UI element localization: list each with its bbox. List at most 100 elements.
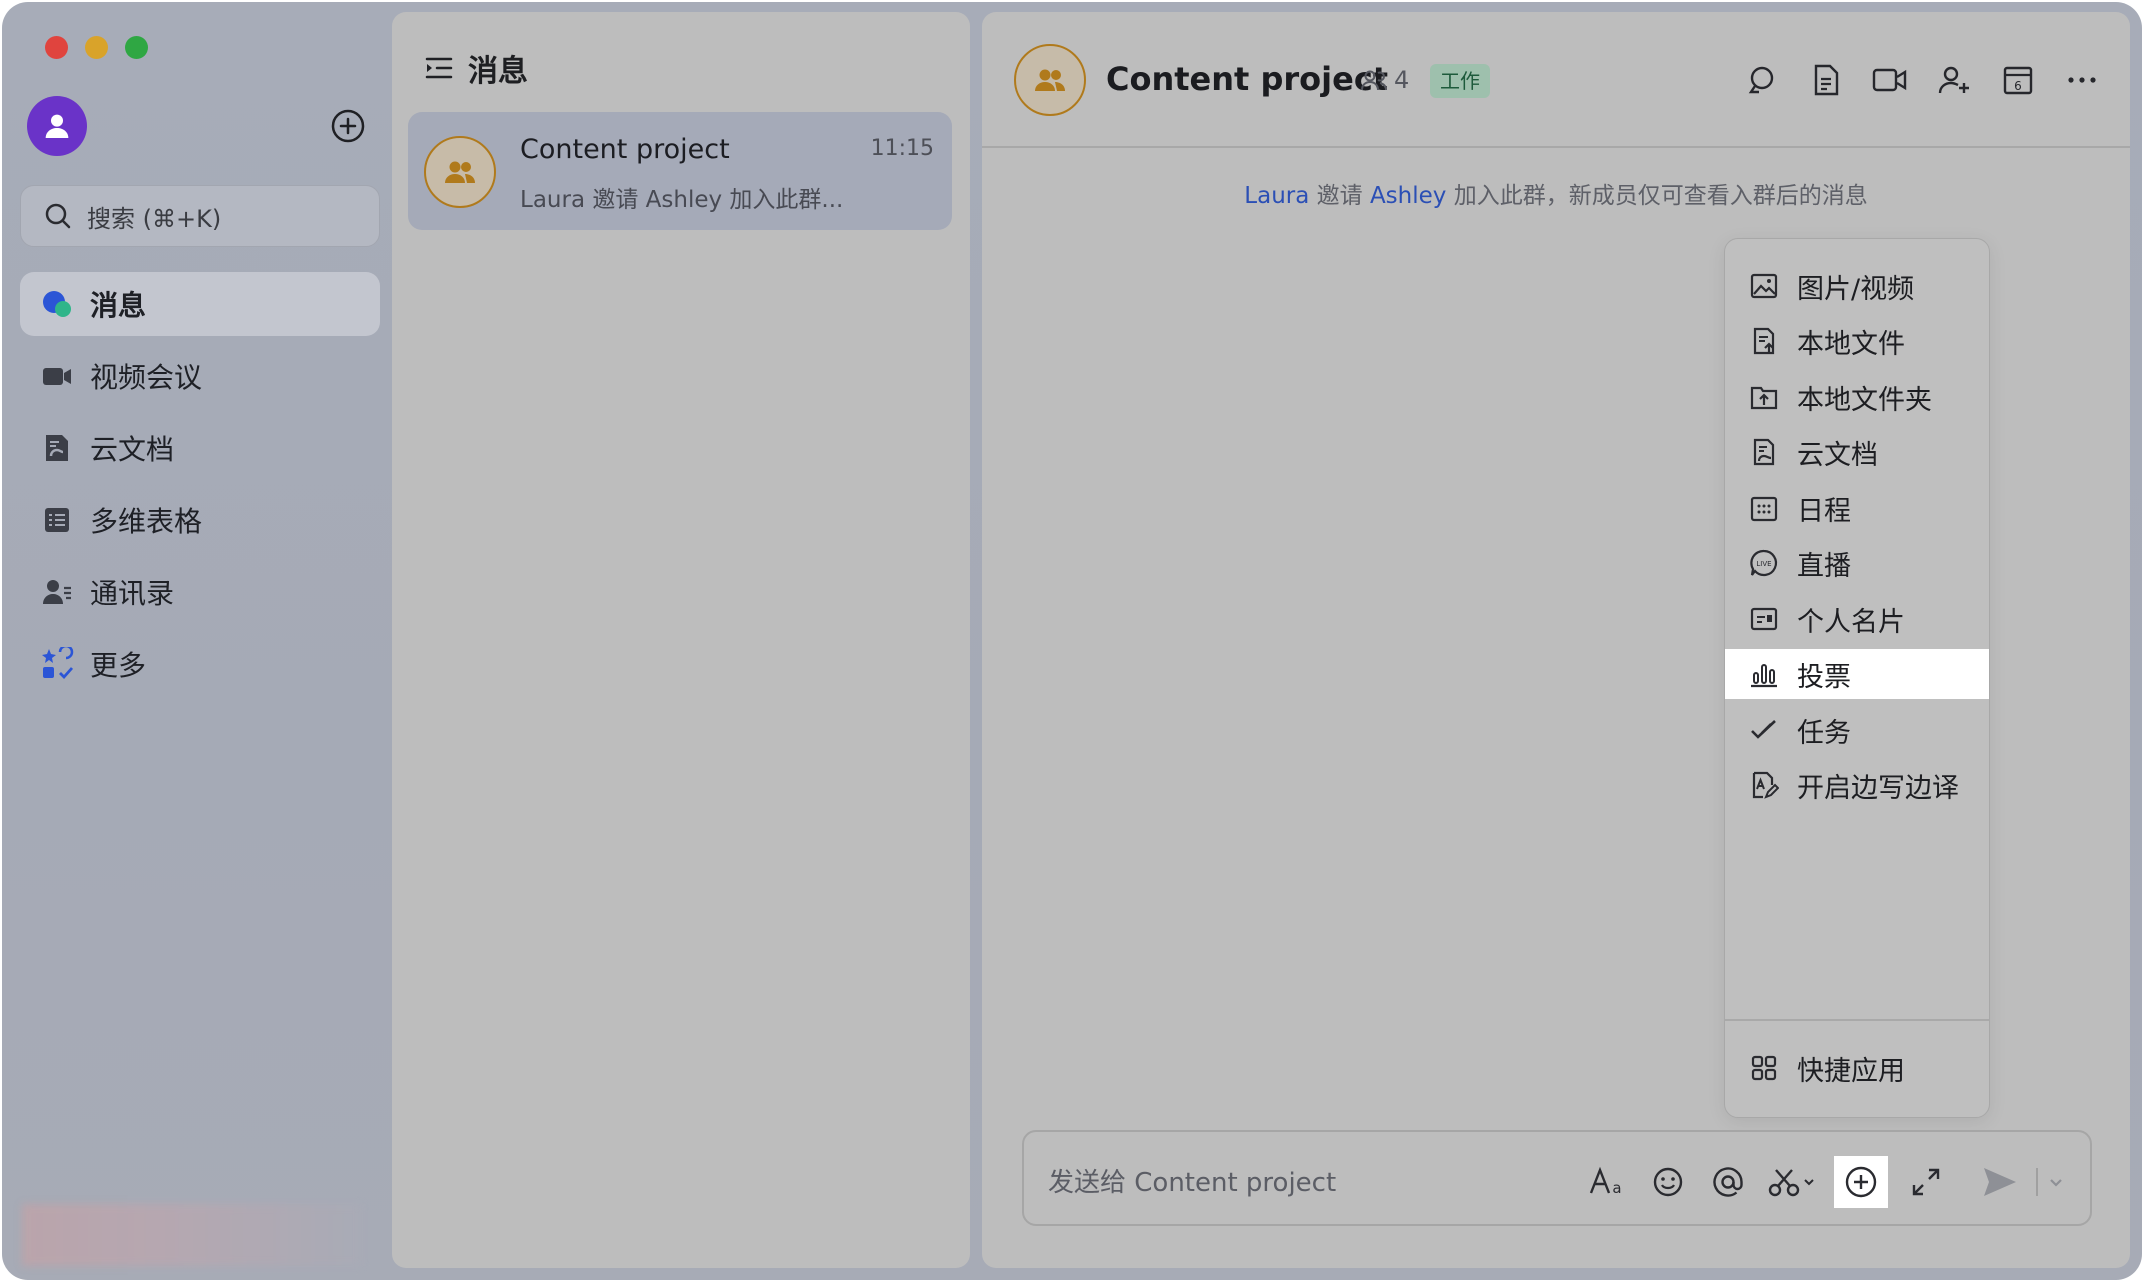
menu-item-cloud-doc[interactable]: 云文档 <box>1725 427 1989 477</box>
menu-item-label: 云文档 <box>1797 439 1878 471</box>
menu-item-live[interactable]: LIVE 直播 <box>1725 538 1989 588</box>
menu-item-label: 开启边写边译 <box>1797 772 1959 804</box>
menu-item-translate[interactable]: 开启边写边译 <box>1725 760 1989 810</box>
emoji-icon[interactable] <box>1646 1160 1690 1204</box>
menu-item-quick-apps[interactable]: 快捷应用 <box>1725 1043 1989 1093</box>
group-icon <box>1035 69 1065 91</box>
menu-item-schedule[interactable]: 日程 <box>1725 483 1989 533</box>
sidebar-item-video-meeting[interactable]: 视频会议 <box>20 344 380 408</box>
mention-icon[interactable] <box>1706 1160 1750 1204</box>
sidebar-item-label: 视频会议 <box>90 361 203 394</box>
table-icon <box>40 503 74 537</box>
conversation-name: Content project <box>520 134 730 165</box>
document-icon[interactable] <box>1806 60 1846 100</box>
blurred-profile-strip <box>22 1204 362 1266</box>
menu-item-local-folder[interactable]: 本地文件夹 <box>1725 372 1989 422</box>
conversation-time: 11:15 <box>870 136 934 161</box>
message-input[interactable]: 发送给 Content project a <box>1022 1130 2092 1226</box>
new-item-plus-icon[interactable] <box>330 108 366 144</box>
folder-upload-icon <box>1750 386 1778 410</box>
menu-item-image-video[interactable]: 图片/视频 <box>1725 261 1989 311</box>
invite-verb: 邀请 <box>1316 183 1363 209</box>
image-icon <box>1750 273 1778 299</box>
collapse-sidebar-icon[interactable] <box>424 53 454 83</box>
expand-icon[interactable] <box>1904 1160 1948 1204</box>
send-icon[interactable] <box>1978 1160 2022 1204</box>
menu-item-label: 快捷应用 <box>1797 1055 1905 1087</box>
cloud-doc-icon <box>40 431 74 465</box>
menu-item-label: 直播 <box>1797 550 1851 582</box>
chat-toolbar: 6 <box>1718 60 2102 100</box>
menu-item-label: 投票 <box>1797 661 1851 693</box>
video-camera-icon <box>40 359 74 393</box>
group-avatar <box>424 136 496 208</box>
conversation-list-pane: 消息 Content project 11:15 Laura 邀请 Ashley… <box>392 12 970 1268</box>
sidebar-item-label: 消息 <box>90 289 147 322</box>
menu-item-label: 任务 <box>1797 717 1851 749</box>
invite-suffix: 加入此群，新成员仅可查看入群后的消息 <box>1453 183 1868 209</box>
input-toolbar: a <box>1570 1156 2068 1208</box>
member-count-value: 4 <box>1394 66 1410 94</box>
chat-header: Content project 4 工作 6 <box>982 12 2130 148</box>
chat-group-avatar[interactable] <box>1014 44 1086 116</box>
zoom-window-button[interactable] <box>125 36 148 59</box>
sidebar-item-messages[interactable]: 消息 <box>20 272 380 336</box>
system-message: Laura 邀请 Ashley 加入此群，新成员仅可查看入群后的消息 <box>982 176 2130 210</box>
contacts-icon <box>40 575 74 609</box>
conversation-preview: Laura 邀请 Ashley 加入此群... <box>520 187 844 213</box>
members-icon <box>1361 70 1387 91</box>
attach-menu: 图片/视频 本地文件 本地文件夹 云文档 日程 LIVE 直播 个人名片 投票 … <box>1724 238 1990 1118</box>
svg-text:6: 6 <box>2014 79 2022 93</box>
translate-icon <box>1752 771 1779 799</box>
search-input[interactable]: 搜索 (⌘+K) <box>20 185 380 247</box>
conversation-list-title: 消息 <box>468 54 528 89</box>
sidebar-item-contacts[interactable]: 通讯录 <box>20 560 380 624</box>
menu-item-label: 本地文件夹 <box>1797 384 1932 416</box>
menu-item-label: 本地文件 <box>1797 328 1905 360</box>
sidebar-item-label: 多维表格 <box>90 505 203 538</box>
sidebar-item-cloud-docs[interactable]: 云文档 <box>20 416 380 480</box>
add-member-icon[interactable] <box>1934 60 1974 100</box>
user-avatar[interactable] <box>27 96 87 156</box>
sidebar-item-more[interactable]: 更多 <box>20 632 380 696</box>
calendar-icon[interactable]: 6 <box>1998 60 2038 100</box>
sidebar-nav: 消息 视频会议 云文档 多维表格 通讯录 更多 <box>20 272 380 704</box>
menu-item-local-file[interactable]: 本地文件 <box>1725 316 1989 366</box>
close-window-button[interactable] <box>45 36 68 59</box>
group-icon <box>445 161 475 183</box>
screenshot-scissors-icon[interactable] <box>1766 1160 1818 1204</box>
file-upload-icon <box>1753 327 1775 355</box>
contact-card-icon <box>1750 607 1778 631</box>
member-count[interactable]: 4 <box>1360 66 1409 94</box>
menu-item-contact-card[interactable]: 个人名片 <box>1725 594 1989 644</box>
sidebar-item-base-table[interactable]: 多维表格 <box>20 488 380 552</box>
sidebar-item-label: 通讯录 <box>90 577 175 610</box>
minimize-window-button[interactable] <box>85 36 108 59</box>
send-divider <box>2036 1168 2038 1196</box>
svg-text:LIVE: LIVE <box>1756 560 1771 568</box>
search-chat-icon[interactable] <box>1742 60 1782 100</box>
menu-divider <box>1725 1019 1989 1021</box>
poll-icon <box>1751 664 1777 688</box>
search-placeholder: 搜索 (⌘+K) <box>87 204 222 233</box>
quick-apps-icon <box>1751 1055 1777 1081</box>
sidebar-item-label: 更多 <box>90 649 147 682</box>
sidebar-item-label: 云文档 <box>90 433 175 466</box>
invitee-link[interactable]: Ashley <box>1370 183 1446 209</box>
calendar-icon <box>1750 496 1778 522</box>
message-bubble-icon <box>40 287 74 321</box>
video-call-icon[interactable] <box>1870 60 1910 100</box>
apps-grid-icon <box>40 647 74 681</box>
message-input-placeholder: 发送给 Content project <box>1048 1168 1337 1198</box>
conversation-list-header: 消息 <box>424 46 528 90</box>
text-format-icon[interactable]: a <box>1586 1160 1630 1204</box>
conversation-item[interactable]: Content project 11:15 Laura 邀请 Ashley 加入… <box>408 112 952 230</box>
inviter-link[interactable]: Laura <box>1244 183 1309 209</box>
menu-item-poll[interactable]: 投票 <box>1725 649 1989 699</box>
svg-text:a: a <box>1612 1179 1621 1197</box>
send-options-chevron-icon[interactable] <box>2044 1160 2068 1204</box>
live-icon: LIVE <box>1750 549 1778 577</box>
attach-plus-icon[interactable] <box>1834 1156 1888 1208</box>
menu-item-task[interactable]: 任务 <box>1725 705 1989 755</box>
more-options-icon[interactable] <box>2062 60 2102 100</box>
